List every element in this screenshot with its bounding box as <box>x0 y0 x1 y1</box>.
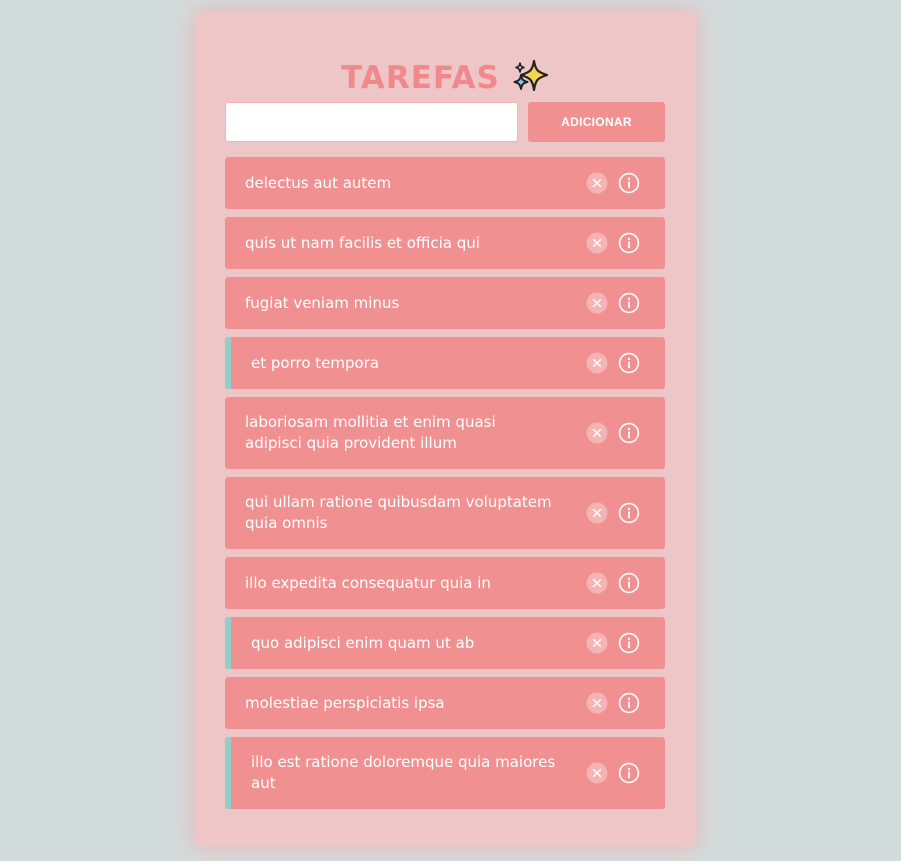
task-item[interactable]: quis ut nam facilis et officia qui <box>225 217 665 269</box>
task-actions <box>586 352 640 374</box>
task-item[interactable]: molestiae perspiciatis ipsa <box>225 677 665 729</box>
close-icon[interactable] <box>586 762 608 784</box>
task-item[interactable]: qui ullam ratione quibusdam voluptatem q… <box>225 477 665 549</box>
task-actions <box>586 692 640 714</box>
close-icon[interactable] <box>586 632 608 654</box>
task-actions <box>586 422 640 444</box>
close-icon[interactable] <box>586 422 608 444</box>
info-icon[interactable] <box>618 572 640 594</box>
task-text: illo est ratione doloremque quia maiores… <box>251 753 556 792</box>
tasks-card: TAREFAS ADICIONAR delectus aut autem qui… <box>195 12 696 846</box>
add-task-form: ADICIONAR <box>225 102 665 142</box>
close-icon[interactable] <box>586 502 608 524</box>
task-item-completed[interactable]: illo est ratione doloremque quia maiores… <box>225 737 665 809</box>
task-actions <box>586 292 640 314</box>
task-item[interactable]: fugiat veniam minus <box>225 277 665 329</box>
task-actions <box>586 572 640 594</box>
task-text: quo adipisci enim quam ut ab <box>251 633 475 652</box>
close-icon[interactable] <box>586 172 608 194</box>
info-icon[interactable] <box>618 632 640 654</box>
task-text: fugiat veniam minus <box>245 293 400 312</box>
task-actions <box>586 762 640 784</box>
info-icon[interactable] <box>618 692 640 714</box>
close-icon[interactable] <box>586 692 608 714</box>
info-icon[interactable] <box>618 762 640 784</box>
info-icon[interactable] <box>618 502 640 524</box>
task-actions <box>586 632 640 654</box>
task-list: delectus aut autem quis ut nam facilis e… <box>225 157 665 817</box>
add-button[interactable]: ADICIONAR <box>528 102 665 142</box>
info-icon[interactable] <box>618 172 640 194</box>
task-item-completed[interactable]: quo adipisci enim quam ut ab <box>225 617 665 669</box>
task-item-completed[interactable]: et porro tempora <box>225 337 665 389</box>
close-icon[interactable] <box>586 572 608 594</box>
info-icon[interactable] <box>618 232 640 254</box>
close-icon[interactable] <box>586 352 608 374</box>
task-text: quis ut nam facilis et officia qui <box>245 233 480 252</box>
info-icon[interactable] <box>618 422 640 444</box>
task-text: et porro tempora <box>251 353 380 372</box>
header: TAREFAS <box>195 58 696 98</box>
task-item[interactable]: laboriosam mollitia et enim quasi adipis… <box>225 397 665 469</box>
task-item[interactable]: delectus aut autem <box>225 157 665 209</box>
close-icon[interactable] <box>586 292 608 314</box>
task-text: qui ullam ratione quibusdam voluptatem q… <box>245 493 552 532</box>
task-item[interactable]: illo expedita consequatur quia in <box>225 557 665 609</box>
task-text: illo expedita consequatur quia in <box>245 573 491 592</box>
task-text: molestiae perspiciatis ipsa <box>245 693 445 712</box>
task-actions <box>586 232 640 254</box>
task-text: laboriosam mollitia et enim quasi adipis… <box>245 413 496 452</box>
task-text: delectus aut autem <box>245 173 392 192</box>
sparkles-icon <box>510 58 550 98</box>
close-icon[interactable] <box>586 232 608 254</box>
info-icon[interactable] <box>618 352 640 374</box>
task-actions <box>586 172 640 194</box>
page-title: TAREFAS <box>341 60 500 96</box>
task-input[interactable] <box>225 102 518 142</box>
task-actions <box>586 502 640 524</box>
info-icon[interactable] <box>618 292 640 314</box>
